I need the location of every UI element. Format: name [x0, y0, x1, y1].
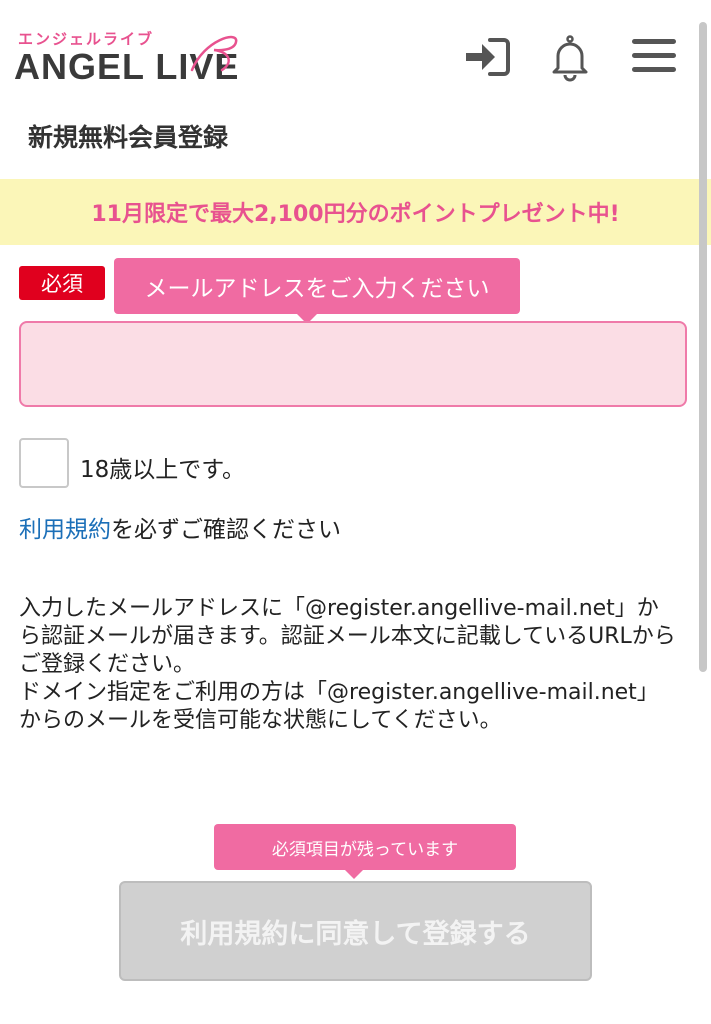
- login-icon[interactable]: [462, 34, 512, 84]
- promo-text: 11月限定で最大2,100円分のポイントプレゼント中!: [91, 202, 620, 227]
- email-input[interactable]: [19, 321, 687, 407]
- scrollbar[interactable]: [699, 22, 707, 672]
- header: エンジェルライブ ANGEL LIVE: [0, 0, 711, 110]
- bell-icon[interactable]: [546, 34, 594, 86]
- notice-paragraph-2: ドメイン指定をご利用の方は「@register.angellive-mail.n…: [19, 680, 659, 733]
- email-notice: 入力したメールアドレスに「@register.angellive-mail.ne…: [19, 595, 679, 735]
- menu-icon[interactable]: [630, 34, 678, 82]
- notice-paragraph-1: 入力したメールアドレスに「@register.angellive-mail.ne…: [19, 596, 676, 677]
- promo-banner: 11月限定で最大2,100円分のポイントプレゼント中!: [0, 179, 711, 245]
- required-badge: 必須: [19, 266, 105, 300]
- page-title: 新規無料会員登録: [28, 123, 229, 152]
- email-tooltip: メールアドレスをご入力ください: [114, 258, 520, 324]
- age-checkbox-label[interactable]: 18歳以上です。: [80, 450, 245, 484]
- terms-link[interactable]: 利用規約: [19, 517, 111, 543]
- logo-swoosh-icon: [190, 35, 238, 72]
- register-submit-button[interactable]: 利用規約に同意して登録する: [119, 881, 592, 981]
- terms-notice: 利用規約を必ずご確認ください: [19, 510, 341, 544]
- age-checkbox[interactable]: [19, 438, 69, 488]
- angel-live-logo[interactable]: エンジェルライブ ANGEL LIVE: [14, 28, 244, 90]
- submit-tooltip: 必須項目が残っています: [214, 824, 516, 879]
- terms-suffix: を必ずご確認ください: [111, 517, 341, 543]
